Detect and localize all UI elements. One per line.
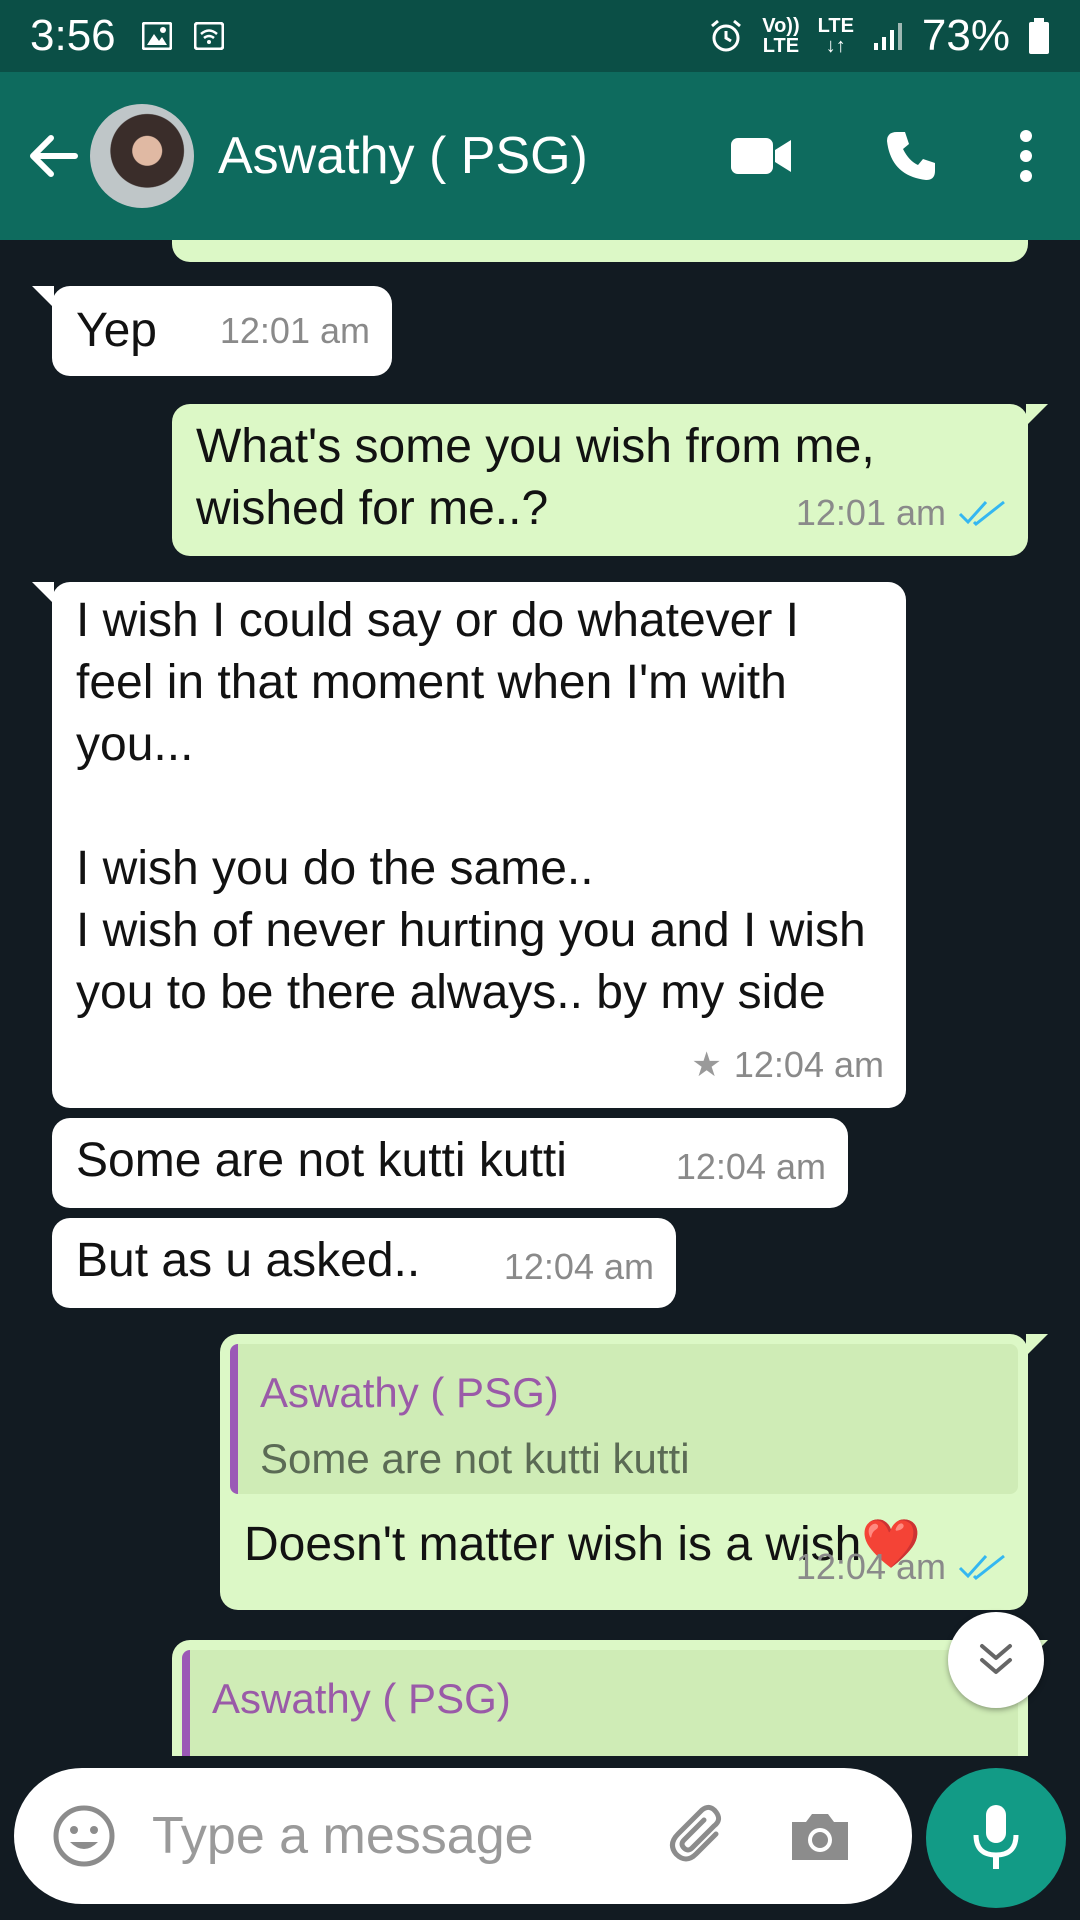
quoted-sender: Aswathy ( PSG) <box>212 1675 511 1722</box>
message-meta: ★ 12:04 am <box>691 1034 884 1096</box>
attach-icon <box>670 1804 722 1862</box>
more-options-button[interactable] <box>986 96 1066 216</box>
camera-button[interactable] <box>780 1796 860 1876</box>
gallery-icon <box>141 22 172 50</box>
quoted-message[interactable]: Aswathy ( PSG) <box>182 1650 1018 1756</box>
message-time: 12:04 am <box>733 1044 884 1085</box>
emoji-icon <box>53 1805 115 1867</box>
message-time: 12:04 am <box>675 1146 826 1187</box>
voice-call-icon <box>887 132 935 180</box>
video-call-icon <box>731 138 791 174</box>
quoted-message[interactable]: Aswathy ( PSG) Some are not kutti kutti <box>230 1344 1018 1494</box>
quoted-sender: Aswathy ( PSG) <box>260 1369 559 1416</box>
message-list[interactable]: Yep 12:01 am What's some you wish from m… <box>0 240 1080 1756</box>
message-outgoing-reply[interactable]: Aswathy ( PSG) <box>172 1640 1048 1756</box>
message-incoming[interactable]: Some are not kutti kutti 12:04 am <box>52 1118 848 1208</box>
message-meta: 12:04 am <box>796 1536 1006 1598</box>
composer-bar <box>0 1756 1080 1920</box>
emoji-button[interactable] <box>44 1796 124 1876</box>
status-bar: 3:56 Vo)) LTE LTE ↓↑ 73% <box>0 0 1080 72</box>
message-outgoing[interactable]: What's some you wish from me, wished for… <box>172 404 1048 556</box>
status-time: 3:56 <box>30 11 116 60</box>
message-incoming[interactable]: Yep 12:01 am <box>32 286 392 376</box>
message-time: 12:04 am <box>795 1546 946 1587</box>
double-check-icon <box>958 500 1005 527</box>
more-options-icon <box>1020 130 1032 182</box>
message-time: 12:04 am <box>503 1246 654 1287</box>
message-meta: 12:01 am <box>220 300 370 362</box>
scroll-to-bottom-button[interactable] <box>948 1612 1044 1708</box>
wifi-icon <box>193 22 224 50</box>
voice-call-button[interactable] <box>836 96 986 216</box>
alarm-icon <box>711 19 742 52</box>
chat-header: Aswathy ( PSG) <box>0 72 1080 240</box>
message-text: But as u asked.. <box>76 1234 421 1287</box>
message-meta: 12:04 am <box>504 1236 654 1298</box>
mic-button[interactable] <box>926 1768 1066 1908</box>
message-meta: 12:01 am <box>796 482 1006 544</box>
double-check-icon <box>958 1554 1005 1581</box>
mic-icon <box>973 1805 1019 1869</box>
contact-avatar[interactable] <box>90 104 194 208</box>
status-right-icons: Vo)) LTE LTE ↓↑ 73% <box>708 11 1050 61</box>
message-incoming[interactable]: But as u asked.. 12:04 am <box>52 1218 676 1308</box>
data-indicator: LTE ↓↑ <box>817 15 854 57</box>
status-left-icons <box>141 22 224 50</box>
attach-button[interactable] <box>658 1796 738 1876</box>
camera-icon <box>792 1814 848 1860</box>
contact-name[interactable]: Aswathy ( PSG) <box>218 126 588 186</box>
scroll-down-icon <box>980 1644 1012 1674</box>
battery-icon <box>1029 18 1049 54</box>
volte-indicator: Vo)) LTE <box>762 15 800 57</box>
back-button[interactable] <box>18 121 88 191</box>
message-incoming[interactable]: I wish I could say or do whatever I feel… <box>32 582 906 1108</box>
message-input[interactable] <box>152 1806 652 1866</box>
message-text: Yep <box>76 304 157 357</box>
header-actions <box>686 96 1066 216</box>
back-arrow-icon <box>30 135 78 177</box>
message-time: 12:01 am <box>219 310 370 351</box>
video-call-button[interactable] <box>686 96 836 216</box>
message-text: Some are not kutti kutti <box>76 1134 567 1187</box>
message-time: 12:01 am <box>795 492 946 533</box>
star-icon: ★ <box>691 1046 722 1084</box>
message-text: I wish I could say or do whatever I feel… <box>76 594 866 1019</box>
quoted-text: Some are not kutti kutti <box>260 1435 690 1482</box>
message-outgoing-reply[interactable]: Aswathy ( PSG) Some are not kutti kutti … <box>220 1334 1048 1610</box>
signal-icon <box>873 23 902 50</box>
message-meta: 12:04 am <box>676 1136 826 1198</box>
battery-percent: 73% <box>921 11 1010 60</box>
partial-outgoing-message <box>172 240 1028 262</box>
message-input-box <box>14 1768 912 1904</box>
